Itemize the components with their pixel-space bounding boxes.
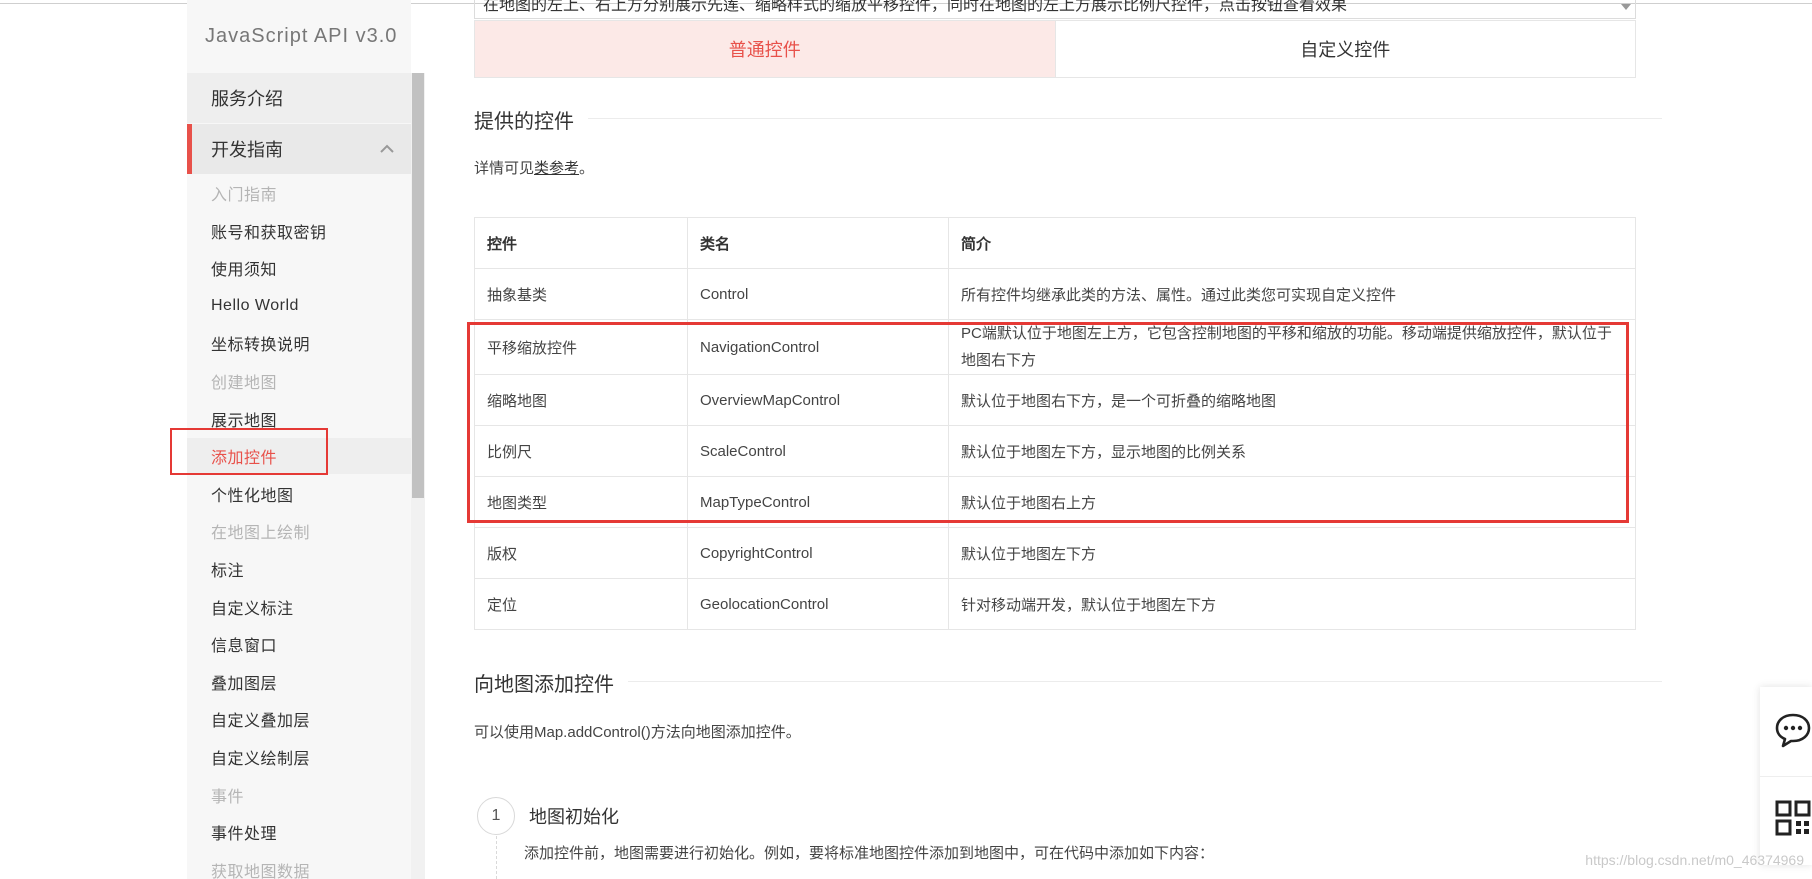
- table-cell-summary: 默认位于地图右上方: [948, 476, 1636, 528]
- step-connector: [496, 836, 497, 879]
- table-cell-summary: 所有控件均继承此类的方法、属性。通过此类您可实现自定义控件: [948, 268, 1636, 320]
- sidebar-item[interactable]: 自定义标注: [187, 589, 411, 625]
- tab-standard-controls[interactable]: 普通控件: [475, 21, 1055, 77]
- section-title-provided: 提供的控件: [474, 105, 588, 134]
- sidebar-item[interactable]: 信息窗口: [187, 626, 411, 662]
- table-cell-control: 平移缩放控件: [474, 319, 688, 375]
- sidebar-item[interactable]: 在地图上绘制: [187, 513, 411, 549]
- sidebar-title: JavaScript API v3.0: [187, 0, 411, 72]
- watermark-text: https://blog.csdn.net/m0_46374969: [1585, 852, 1804, 868]
- table-cell-summary: 默认位于地图左下方: [948, 527, 1636, 579]
- sidebar-item[interactable]: 账号和获取密钥: [187, 213, 411, 249]
- sidebar: JavaScript API v3.0 服务介绍 开发指南 入门指南 账号和获取密…: [187, 0, 425, 879]
- table-row: 平移缩放控件 NavigationControl PC端默认位于地图左上方，它包含控…: [474, 319, 1636, 375]
- table-cell-control: 版权: [474, 527, 688, 579]
- sidebar-item[interactable]: 事件处理: [187, 814, 411, 850]
- table-row: 版权 CopyrightControl 默认位于地图左下方: [474, 527, 1636, 579]
- table-cell-control: 比例尺: [474, 425, 688, 477]
- table-cell-summary: 针对移动端开发，默认位于地图左下方: [948, 578, 1636, 630]
- table-cell-summary: PC端默认位于地图左上方，它包含控制地图的平移和缩放的功能。移动端提供缩放控件，…: [948, 319, 1636, 375]
- chat-icon[interactable]: [1774, 711, 1812, 749]
- table-cell-class: OverviewMapControl: [687, 374, 949, 426]
- table-cell-class: MapTypeControl: [687, 476, 949, 528]
- step-number-badge: 1: [477, 797, 515, 835]
- controls-table-body: 抽象基类 Control 所有控件均继承此类的方法、属性。通过此类您可实现自定义控件…: [474, 268, 1636, 630]
- sidebar-item[interactable]: 自定义叠加层: [187, 701, 411, 737]
- provided-description: 详情可见类参考。: [474, 157, 594, 178]
- table-cell-class: NavigationControl: [687, 319, 949, 375]
- sidebar-item[interactable]: 添加控件: [187, 438, 411, 475]
- controls-table: 控件 类名 简介 抽象基类 Control 所有控件均继承此类的方法、属性。通过此类…: [474, 217, 1636, 630]
- control-tabs: 普通控件 自定义控件: [474, 20, 1636, 78]
- sidebar-item[interactable]: 入门指南: [187, 175, 411, 211]
- table-cell-control: 地图类型: [474, 476, 688, 528]
- provided-description-suffix: 。: [579, 160, 595, 177]
- sidebar-item[interactable]: 事件: [187, 777, 411, 813]
- sidebar-item[interactable]: 标注: [187, 551, 411, 587]
- section-title-add-control: 向地图添加控件: [474, 668, 628, 697]
- table-row: 定位 GeolocationControl 针对移动端开发，默认位于地图左下方: [474, 578, 1636, 630]
- table-row: 比例尺 ScaleControl 默认位于地图左下方，显示地图的比例关系: [474, 425, 1636, 477]
- sidebar-item[interactable]: 使用须知: [187, 250, 411, 286]
- demo-description-text: 在地图的左上、右上方分别展示先莲、缩略样式的缩放平移控件，同时在地图的左上方展示…: [483, 0, 1348, 14]
- qrcode-icon[interactable]: [1774, 799, 1812, 837]
- table-header-summary: 简介: [948, 217, 1636, 269]
- table-cell-summary: 默认位于地图左下方，显示地图的比例关系: [948, 425, 1636, 477]
- sidebar-item[interactable]: 获取地图数据: [187, 852, 411, 879]
- table-cell-control: 抽象基类: [474, 268, 688, 320]
- tab-custom-controls[interactable]: 自定义控件: [1054, 21, 1635, 77]
- step-description: 添加控件前，地图需要进行初始化。例如，要将标准地图控件添加到地图中，可在代码中添…: [524, 845, 1215, 862]
- section-divider: [474, 681, 1662, 682]
- demo-description: 在地图的左上、右上方分别展示先莲、缩略样式的缩放平移控件，同时在地图的左上方展示…: [474, 0, 1636, 19]
- floating-help-panel: [1760, 687, 1812, 865]
- sidebar-item[interactable]: 自定义绘制层: [187, 739, 411, 775]
- sidebar-item[interactable]: 展示地图: [187, 401, 411, 437]
- table-cell-control: 定位: [474, 578, 688, 630]
- table-cell-control: 缩略地图: [474, 374, 688, 426]
- add-control-description: 可以使用Map.addControl()方法向地图添加控件。: [474, 724, 801, 741]
- table-cell-summary: 默认位于地图右下方，是一个可折叠的缩略地图: [948, 374, 1636, 426]
- sidebar-section-dev-guide[interactable]: 开发指南: [187, 124, 411, 174]
- sidebar-item[interactable]: 坐标转换说明: [187, 325, 411, 361]
- table-header-row: 控件 类名 简介: [474, 217, 1636, 269]
- sidebar-scrollbar-thumb[interactable]: [412, 73, 424, 498]
- table-row: 抽象基类 Control 所有控件均继承此类的方法、属性。通过此类您可实现自定义控件: [474, 268, 1636, 320]
- sidebar-item[interactable]: 创建地图: [187, 363, 411, 399]
- section-divider: [474, 118, 1662, 119]
- floating-panel-divider: [1760, 776, 1812, 777]
- chevron-up-icon[interactable]: [377, 139, 397, 159]
- sidebar-section-intro[interactable]: 服务介绍: [187, 73, 411, 123]
- step-title: 地图初始化: [529, 807, 619, 827]
- table-cell-class: CopyrightControl: [687, 527, 949, 579]
- scroll-down-arrow-icon[interactable]: [1621, 4, 1631, 10]
- table-row: 缩略地图 OverviewMapControl 默认位于地图右下方，是一个可折叠的缩…: [474, 374, 1636, 426]
- class-reference-link[interactable]: 类参考: [534, 160, 579, 177]
- table-cell-class: Control: [687, 268, 949, 320]
- sidebar-section-dev-guide-label: 开发指南: [211, 140, 283, 160]
- sidebar-item[interactable]: Hello World: [187, 288, 411, 324]
- table-cell-class: GeolocationControl: [687, 578, 949, 630]
- table-header-class: 类名: [687, 217, 949, 269]
- provided-description-prefix: 详情可见: [474, 160, 535, 177]
- table-header-control: 控件: [474, 217, 688, 269]
- sidebar-item[interactable]: 个性化地图: [187, 476, 411, 512]
- table-cell-class: ScaleControl: [687, 425, 949, 477]
- table-row: 地图类型 MapTypeControl 默认位于地图右上方: [474, 476, 1636, 528]
- sidebar-item[interactable]: 叠加图层: [187, 664, 411, 700]
